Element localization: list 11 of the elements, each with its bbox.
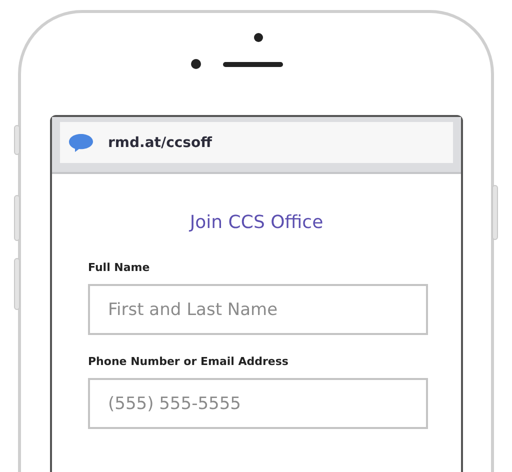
url-text: rmd.at/ccsoff [108,134,212,150]
speaker-icon [222,62,282,66]
speech-bubble-icon [68,132,94,152]
camera-icon [254,33,263,42]
sensor-icon [190,59,200,69]
field-label: Full Name [88,261,151,274]
input-field[interactable]: (555) 555-5555 [88,378,428,429]
input-field[interactable]: First and Last Name [88,284,428,335]
form-title: Join CCS Office [188,212,324,233]
url-field[interactable]: rmd.at/ccsoff [60,122,453,163]
field-label: Phone Number or Email Address [88,355,290,368]
